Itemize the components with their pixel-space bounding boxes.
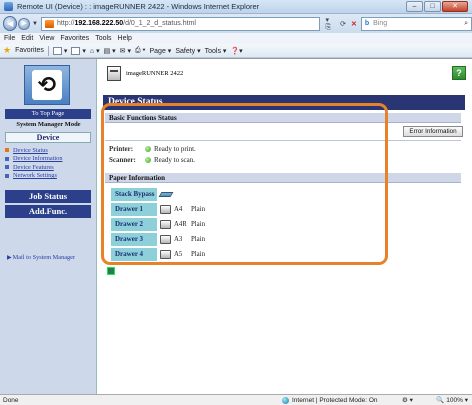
mail-link-label: Mail to System Manager (12, 254, 76, 261)
history-dropdown-icon[interactable]: ▼ (32, 21, 38, 27)
site-favicon-icon (44, 19, 54, 28)
favorites-bar: ★ Favorites ▾ ▾ ⌂ ▾ ▤ ▾ ✉ ▾ ⎙ ▾ Page ▾ S… (0, 44, 472, 58)
zoom-level: 100% (446, 397, 463, 404)
highlight-callout (101, 103, 388, 265)
menu-bar: File Edit View Favorites Tools Help (0, 33, 472, 44)
mail-button[interactable]: ✉ ▾ (120, 47, 131, 55)
url-prefix: http:// (56, 20, 75, 27)
add-func-button[interactable]: Add.Func. (5, 205, 91, 218)
close-button[interactable]: ✕ (442, 1, 468, 12)
home-button[interactable]: ⌂ ▾ (90, 47, 100, 55)
zoom-control[interactable]: 🔍 100% ▾ (436, 396, 468, 404)
status-text: Done (3, 396, 19, 404)
status-bar: Done Internet | Protected Mode: On ⚙ ▾ 🔍… (0, 394, 472, 405)
suggested-sites-button[interactable]: ▾ (52, 46, 67, 55)
device-links: Device Status Device Information Device … (5, 146, 95, 180)
url-path: /d/0_1_2_d_status.html (123, 20, 196, 27)
search-engine-label: Bing (373, 20, 388, 27)
suggested-sites-icon (52, 46, 62, 55)
to-top-page-link[interactable]: To Top Page (5, 109, 91, 119)
address-tools: ▾ ⎘ ⟳ ✕ (325, 16, 356, 32)
device-link-label: Device Features (13, 163, 54, 171)
search-icon[interactable]: ⌕ (464, 20, 468, 28)
compat-view-icon[interactable]: ▾ ⎘ (325, 16, 335, 32)
remote-ui-logo: ⟲ (24, 65, 70, 105)
safety-menu[interactable]: Safety ▾ (175, 47, 200, 55)
device-tab[interactable]: Device (5, 132, 91, 143)
maximize-button[interactable]: □ (424, 1, 441, 12)
feeds-button[interactable]: ▤ ▾ (104, 47, 116, 55)
help-menu-icon[interactable]: ❓▾ (230, 47, 242, 55)
device-status-link[interactable]: Device Status (5, 146, 95, 155)
url-host: 192.168.222.50 (74, 20, 124, 27)
window-controls: – □ ✕ (406, 1, 468, 12)
bing-logo-icon: b (364, 20, 370, 27)
job-status-button[interactable]: Job Status (5, 190, 91, 203)
address-row: ◀ ▶ ▼ http://192.168.222.50/d/0_1_2_d_st… (0, 14, 472, 33)
device-link-label: Network Settings (13, 172, 57, 180)
network-settings-link[interactable]: Network Settings (5, 172, 95, 181)
menu-tools[interactable]: Tools (95, 35, 111, 42)
system-manager-mode-label: System Manager Mode (16, 121, 81, 128)
web-slice-button[interactable]: ▾ (71, 46, 86, 55)
menu-file[interactable]: File (4, 35, 15, 42)
device-information-link[interactable]: Device Information (5, 155, 95, 164)
zone-label: Internet | Protected Mode: On (292, 396, 378, 404)
protected-mode-icon[interactable]: ⚙ ▾ (402, 396, 413, 404)
web-slice-icon (71, 46, 81, 55)
arrow-right-icon: ▶ (7, 255, 12, 261)
favorites-label[interactable]: Favorites (15, 47, 44, 54)
menu-favorites[interactable]: Favorites (60, 35, 89, 42)
window-titlebar: Remote UI (Device) : : imageRUNNER 2422 … (0, 0, 472, 14)
back-button[interactable]: ◀ (3, 16, 18, 31)
favorites-star-icon[interactable]: ★ (3, 45, 11, 56)
device-link-label: Device Status (13, 146, 48, 154)
ie-icon (4, 2, 13, 11)
remote-ui-logo-icon: ⟲ (32, 70, 62, 100)
internet-globe-icon (282, 396, 289, 404)
device-features-link[interactable]: Device Features (5, 163, 95, 172)
help-button[interactable]: ? (452, 66, 466, 80)
search-input[interactable]: b Bing ⌕ (360, 16, 472, 31)
menu-view[interactable]: View (39, 35, 54, 42)
page-header: imageRUNNER 2422 ? (98, 59, 472, 95)
window-title: Remote UI (Device) : : imageRUNNER 2422 … (17, 2, 260, 11)
printer-icon (107, 66, 121, 81)
bullet-icon (5, 173, 9, 178)
print-button[interactable]: ⎙ ▾ (135, 47, 146, 55)
menu-help[interactable]: Help (118, 35, 132, 42)
tools-menu[interactable]: Tools ▾ (205, 47, 227, 55)
forward-button[interactable]: ▶ (18, 17, 30, 30)
menu-edit[interactable]: Edit (21, 35, 33, 42)
left-sidebar: ⟲ To Top Page System Manager Mode Device… (0, 59, 97, 395)
document-icon[interactable] (107, 267, 115, 275)
address-input[interactable]: http://192.168.222.50/d/0_1_2_d_status.h… (40, 16, 321, 31)
stop-icon[interactable]: ✕ (351, 20, 357, 28)
bullet-icon (5, 156, 9, 161)
error-information-button[interactable]: Error Information (403, 126, 463, 137)
minimize-button[interactable]: – (406, 1, 423, 12)
model-name: imageRUNNER 2422 (126, 70, 184, 77)
bullet-icon (5, 148, 9, 153)
mail-to-system-manager-link[interactable]: ▶Mail to System Manager (7, 254, 75, 261)
toolbar-divider (47, 45, 49, 56)
security-zone: Internet | Protected Mode: On (282, 396, 378, 404)
bullet-icon (5, 165, 9, 170)
page-menu[interactable]: Page ▾ (150, 47, 172, 55)
refresh-icon[interactable]: ⟳ (340, 20, 346, 28)
device-link-label: Device Information (13, 155, 63, 163)
